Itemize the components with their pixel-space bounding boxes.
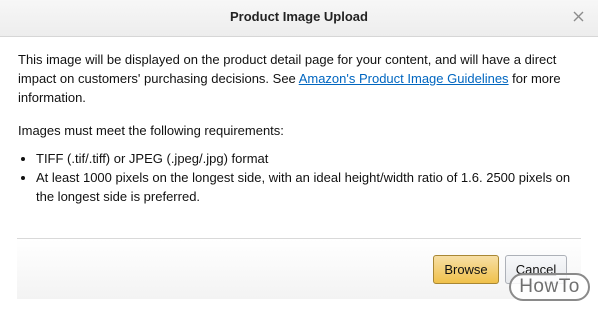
requirements-heading: Images must meet the following requireme…: [18, 123, 284, 138]
dialog-header: Product Image Upload: [0, 0, 598, 37]
dialog-footer: Browse Cancel: [17, 238, 581, 299]
requirement-item: TIFF (.tif/.tiff) or JPEG (.jpeg/.jpg) f…: [36, 149, 578, 168]
dialog-title: Product Image Upload: [230, 9, 368, 24]
product-image-upload-dialog: Product Image Upload This image will be …: [0, 0, 598, 312]
browse-button[interactable]: Browse: [433, 255, 499, 284]
dialog-body: This image will be displayed on the prod…: [18, 50, 578, 206]
howto-watermark: HowTo: [509, 273, 590, 301]
intro-paragraph: This image will be displayed on the prod…: [18, 50, 578, 110]
requirements-list: TIFF (.tif/.tiff) or JPEG (.jpeg/.jpg) f…: [18, 149, 578, 206]
requirement-item: At least 1000 pixels on the longest side…: [36, 168, 578, 206]
close-button[interactable]: [568, 5, 588, 27]
image-guidelines-link[interactable]: Amazon's Product Image Guidelines: [299, 71, 509, 86]
close-icon: [573, 11, 583, 21]
